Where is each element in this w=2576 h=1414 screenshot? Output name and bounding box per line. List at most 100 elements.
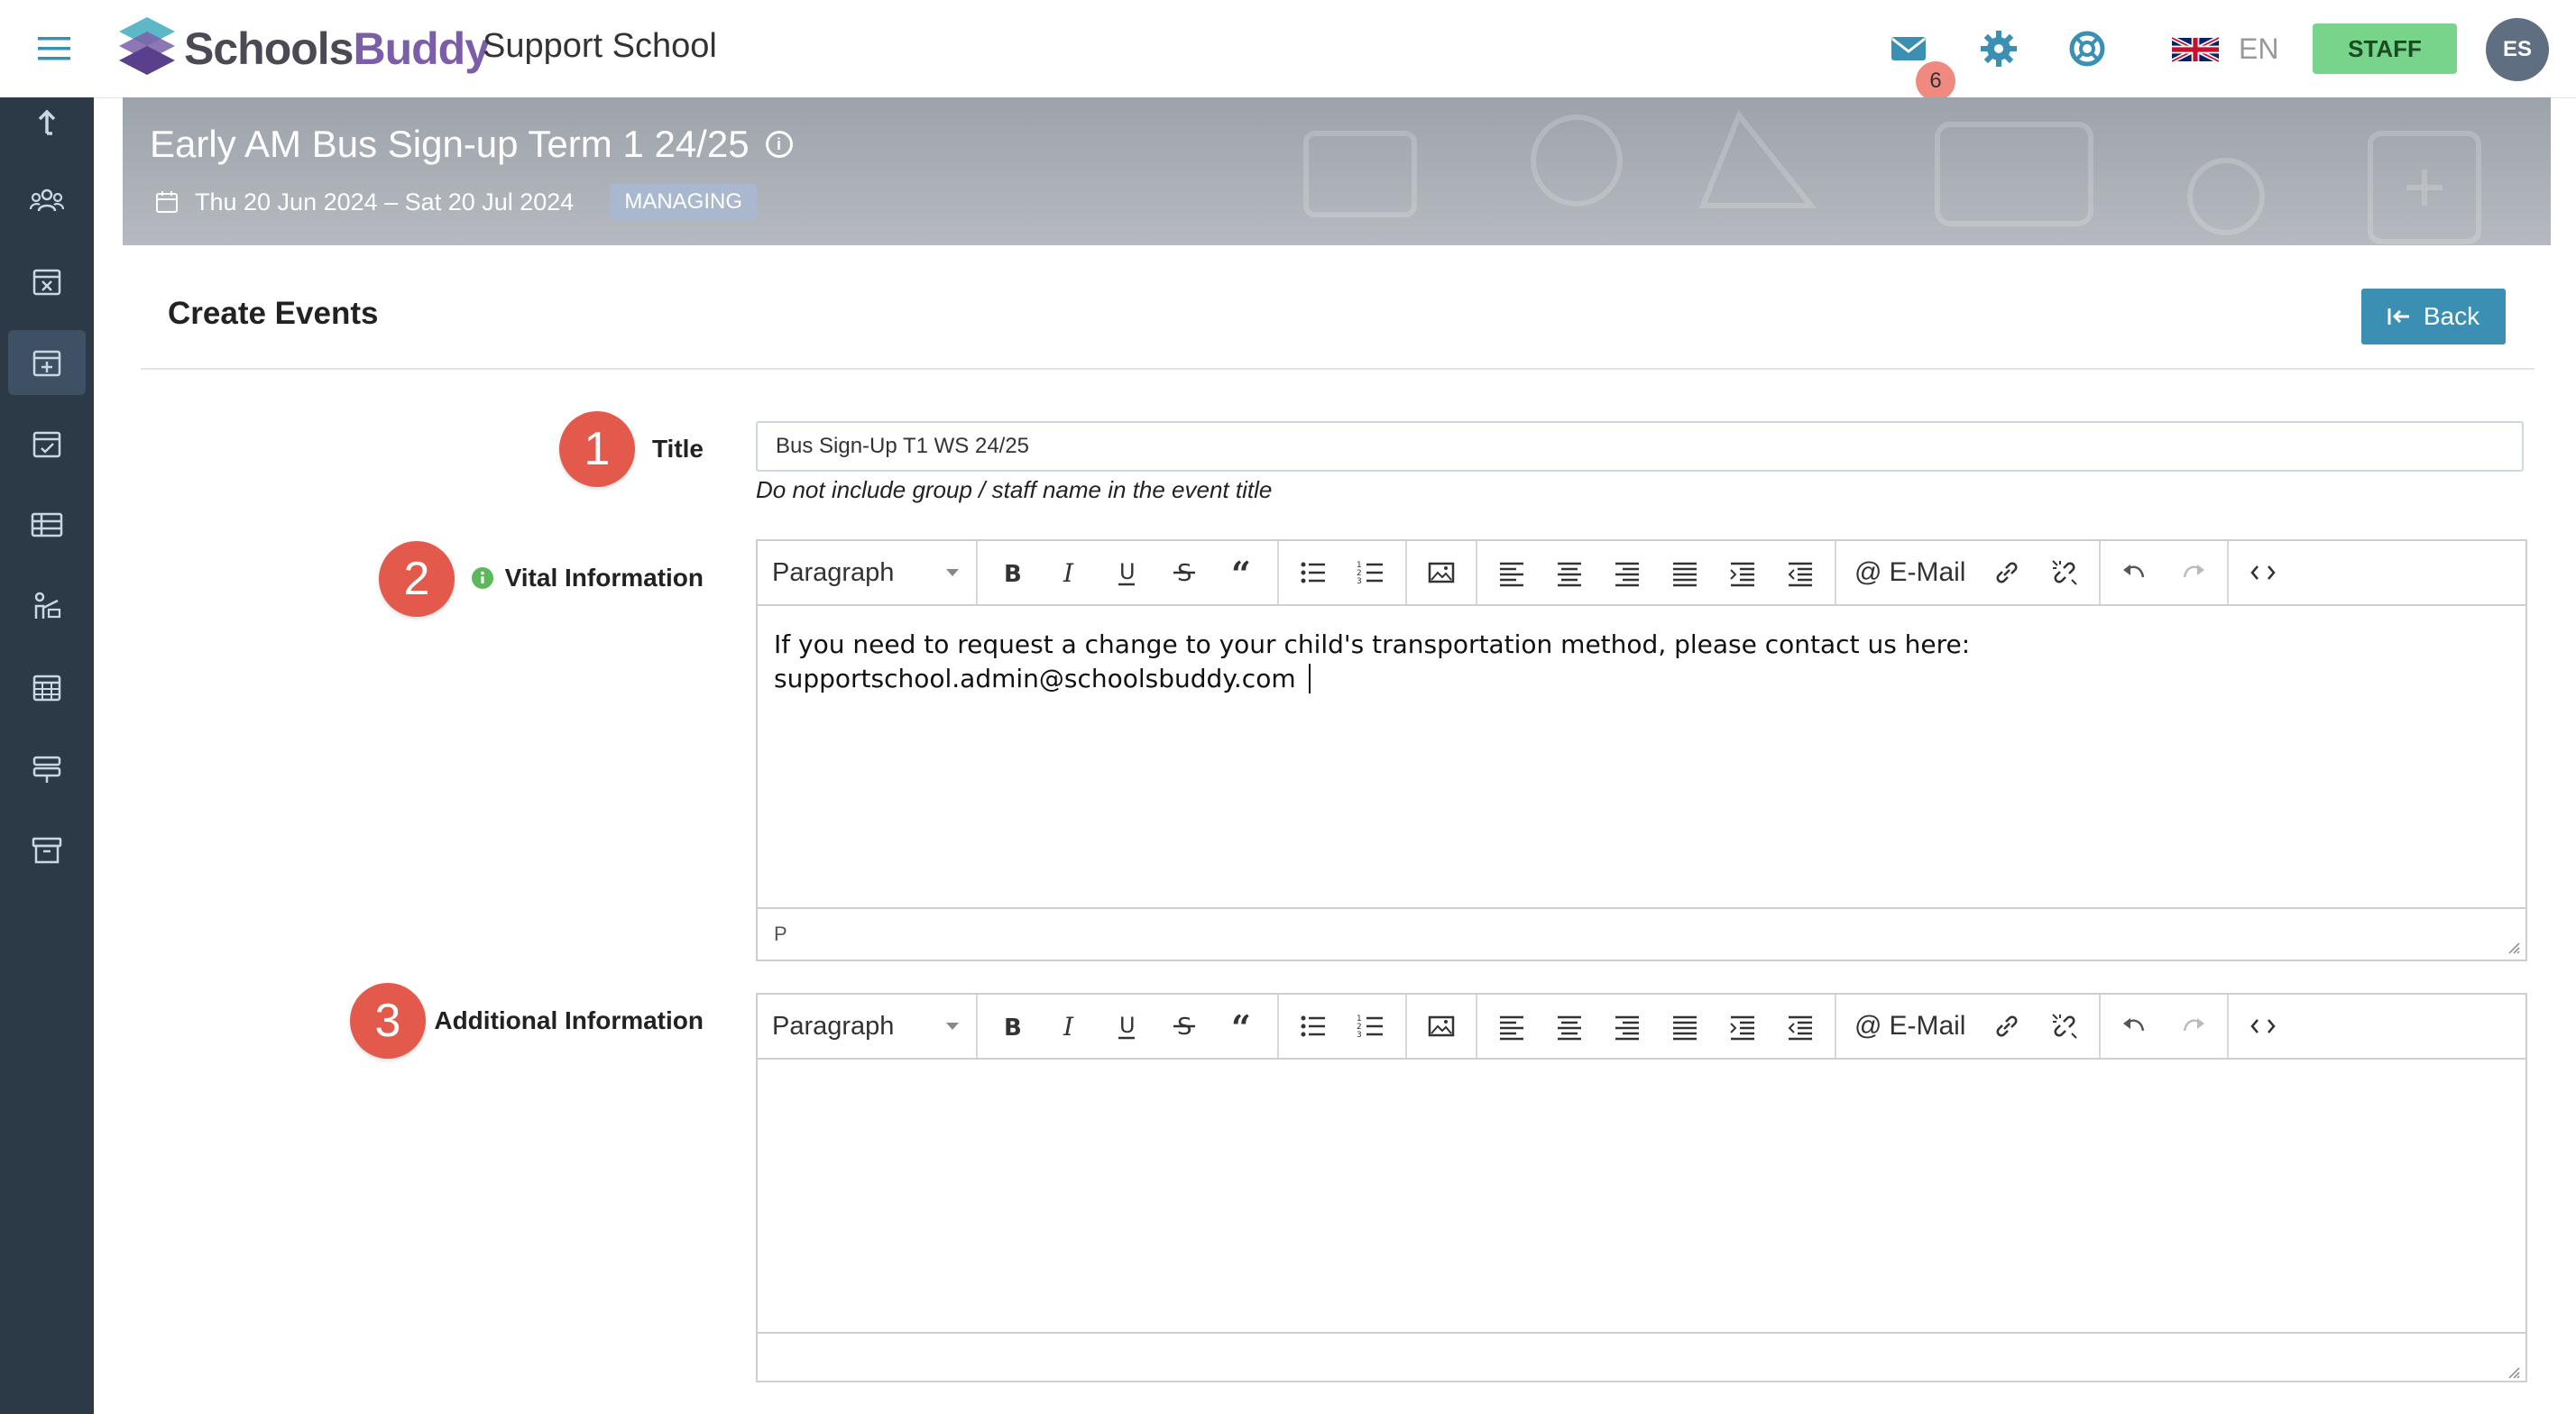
editor-statusbar: P <box>758 907 2525 960</box>
back-button[interactable]: Back <box>2361 289 2506 344</box>
gear-icon[interactable] <box>1977 27 2020 70</box>
source-code-icon <box>2250 565 2277 580</box>
paragraph-format-select[interactable]: Paragraph <box>763 547 971 598</box>
school-name: Support School <box>483 27 717 65</box>
redo-icon <box>2184 1018 2205 1032</box>
strikethrough-button[interactable]: S <box>1156 1001 1214 1051</box>
undo-button[interactable] <box>2106 1001 2164 1051</box>
align-center-button[interactable] <box>1541 1001 1598 1051</box>
sidebar-item-table[interactable] <box>8 492 86 557</box>
blockquote-button[interactable]: “ <box>1214 547 1272 598</box>
email-button-label: E-Mail <box>1889 557 1966 587</box>
resize-grip-icon[interactable] <box>2506 1364 2520 1379</box>
title-hint: Do not include group / staff name in the… <box>756 476 1273 503</box>
sidebar-item-users-group[interactable] <box>8 168 86 233</box>
sidebar-item-calendar-x[interactable] <box>8 249 86 314</box>
table-icon <box>31 512 63 537</box>
email-button-label: E-Mail <box>1889 1011 1966 1041</box>
sidebar-item-calendar-check[interactable] <box>8 411 86 476</box>
vital-information-content[interactable]: If you need to request a change to your … <box>758 606 2525 907</box>
bullet-list-button[interactable] <box>1284 1001 1342 1051</box>
title-input[interactable] <box>756 421 2524 472</box>
redo-button[interactable] <box>2164 1001 2222 1051</box>
insert-image-button[interactable] <box>1412 1001 1470 1051</box>
insert-link-button[interactable] <box>1978 1001 2036 1051</box>
info-green-icon[interactable] <box>471 566 494 590</box>
menu-icon[interactable] <box>36 31 72 67</box>
italic-button[interactable]: I <box>1041 1001 1099 1051</box>
teacher-icon <box>34 592 61 619</box>
event-date-range: Thu 20 Jun 2024 – Sat 20 Jul 2024 <box>195 188 575 216</box>
sidebar-item-share-arrow[interactable] <box>8 88 86 153</box>
indent-button[interactable] <box>1714 547 1771 598</box>
svg-text:3: 3 <box>1357 577 1362 586</box>
align-justify-button[interactable] <box>1656 547 1714 598</box>
align-justify-button[interactable] <box>1656 1001 1714 1051</box>
align-right-icon <box>1615 1015 1639 1041</box>
italic-button[interactable]: I <box>1041 547 1099 598</box>
sidebar-item-signpost[interactable] <box>8 736 86 801</box>
page-title: Create Events <box>168 296 379 331</box>
bold-button[interactable]: B <box>983 1001 1041 1051</box>
staff-role-button[interactable]: STAFF <box>2313 23 2457 74</box>
email-button[interactable]: @ E-Mail <box>1842 547 1978 598</box>
outdent-button[interactable] <box>1771 1001 1829 1051</box>
logo-icon <box>119 17 175 75</box>
info-icon[interactable]: i <box>765 131 793 158</box>
align-right-button[interactable] <box>1598 547 1656 598</box>
indent-button[interactable] <box>1714 1001 1771 1051</box>
code-group <box>2229 541 2297 604</box>
numbered-list-button[interactable]: 123 <box>1342 1001 1400 1051</box>
paragraph-format-select[interactable]: Paragraph <box>763 1001 971 1051</box>
paragraph-format-value: Paragraph <box>772 1011 895 1041</box>
list-group: 123 <box>1279 995 1407 1058</box>
message-count-badge[interactable]: 6 <box>1916 61 1955 101</box>
outdent-button[interactable] <box>1771 547 1829 598</box>
share-arrow-icon <box>38 109 56 135</box>
strikethrough-button[interactable]: S <box>1156 547 1214 598</box>
event-banner: Early AM Bus Sign-up Term 1 24/25 i Thu … <box>123 97 2551 245</box>
insert-image-button[interactable] <box>1412 547 1470 598</box>
insert-link-button[interactable] <box>1978 547 2036 598</box>
blockquote-button[interactable]: “ <box>1214 1001 1272 1051</box>
banner-pattern-icon <box>1303 110 2481 244</box>
source-code-button[interactable] <box>2234 1001 2292 1051</box>
indent-icon <box>1730 562 1754 587</box>
unlink-icon <box>2052 560 2078 585</box>
source-code-button[interactable] <box>2234 547 2292 598</box>
email-button[interactable]: @ E-Mail <box>1842 1001 1978 1051</box>
svg-text:U: U <box>1119 559 1136 584</box>
list-group: 123 <box>1279 541 1407 604</box>
unlink-button[interactable] <box>2036 547 2093 598</box>
lifebuoy-icon[interactable] <box>2065 27 2109 70</box>
calendar-check-icon <box>32 431 61 458</box>
unlink-button[interactable] <box>2036 1001 2093 1051</box>
brand-logo[interactable]: SchoolsBuddy <box>115 13 490 85</box>
underline-button[interactable]: U <box>1099 547 1156 598</box>
align-right-button[interactable] <box>1598 1001 1656 1051</box>
bullet-list-button[interactable] <box>1284 547 1342 598</box>
additional-information-content[interactable] <box>758 1060 2525 1332</box>
user-avatar[interactable]: ES <box>2486 18 2549 81</box>
redo-button[interactable] <box>2164 547 2222 598</box>
underline-button[interactable]: U <box>1099 1001 1156 1051</box>
align-justify-icon <box>1673 562 1697 587</box>
sidebar-item-archive[interactable] <box>8 817 86 882</box>
align-left-button[interactable] <box>1483 1001 1541 1051</box>
sidebar-item-calendar-grid[interactable] <box>8 655 86 720</box>
sidebar-item-calendar-plus[interactable] <box>8 330 86 395</box>
at-sign-icon: @ <box>1854 557 1882 587</box>
vital-information-editor[interactable]: Paragraph B I U S “ 123 @E-Mail If you need to … <box>756 539 2527 961</box>
bold-button[interactable]: B <box>983 547 1041 598</box>
additional-information-editor[interactable]: Paragraph B I U S “ 123 @E-Mail <box>756 993 2527 1382</box>
undo-button[interactable] <box>2106 547 2164 598</box>
sidebar-item-teacher[interactable] <box>8 574 86 638</box>
section-divider <box>141 368 2535 370</box>
align-center-button[interactable] <box>1541 547 1598 598</box>
numbered-list-button[interactable]: 123 <box>1342 547 1400 598</box>
language-selector[interactable]: EN <box>2172 32 2278 66</box>
align-left-button[interactable] <box>1483 547 1541 598</box>
event-date-row: Thu 20 Jun 2024 – Sat 20 Jul 2024 MANAGI… <box>155 184 758 220</box>
resize-grip-icon[interactable] <box>2506 940 2520 954</box>
step-badge-3: 3 <box>350 983 426 1059</box>
